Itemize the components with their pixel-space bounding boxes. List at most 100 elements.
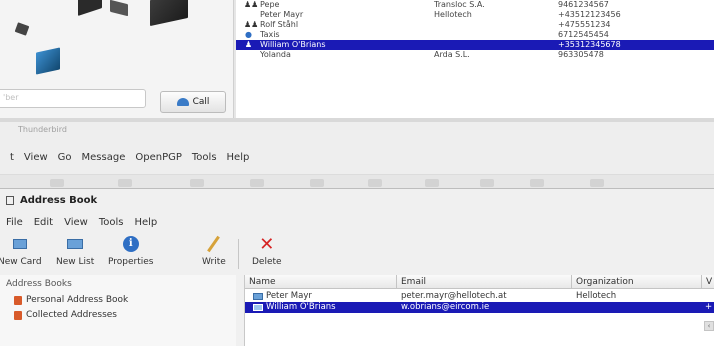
contact-name: William O'Brians: [260, 40, 326, 49]
table-row-selected[interactable]: William O'Brians w.obrians@eircom.ie +: [245, 302, 714, 313]
pencil-icon: [203, 235, 225, 253]
contact-phone: 6712545454: [558, 30, 609, 39]
contact-phone: +475551234: [558, 20, 611, 29]
address-book-icon: [14, 310, 22, 320]
menu-file[interactable]: File: [6, 217, 23, 228]
decorative-cube: [110, 0, 128, 17]
contact-card-icon: [253, 293, 263, 300]
toolbar-icon[interactable]: [118, 179, 132, 187]
organization-cell: Hellotech: [576, 291, 617, 301]
dialer-panel: 'ber Call: [0, 0, 233, 118]
sidebar-header: Address Books: [6, 279, 72, 289]
contact-org: Hellotech: [434, 10, 472, 19]
menu-go[interactable]: Go: [58, 152, 72, 168]
email-cell: w.obrians@eircom.ie: [401, 302, 490, 312]
contact-name: Pepe: [260, 0, 280, 9]
new-card-button[interactable]: New Card: [0, 235, 42, 267]
address-book-title-text: Address Book: [20, 195, 98, 206]
toolbar-icon[interactable]: [250, 179, 264, 187]
contact-card-icon: [253, 304, 263, 311]
column-header-name[interactable]: Name: [245, 275, 397, 289]
contact-phone: 963305478: [558, 50, 604, 59]
decorative-blue-cube: [36, 47, 60, 75]
decorative-cube: [150, 0, 188, 27]
properties-button[interactable]: i Properties: [108, 235, 153, 267]
new-card-label: New Card: [0, 257, 42, 267]
address-books-sidebar: Address Books Personal Address Book Coll…: [0, 275, 236, 346]
write-button[interactable]: Write: [202, 235, 226, 267]
menu-tools[interactable]: Tools: [192, 152, 217, 168]
contact-row[interactable]: Peter Mayr Hellotech +43512123456: [236, 10, 714, 20]
email-cell: peter.mayr@hellotech.at: [401, 291, 507, 301]
sidebar-item-label: Personal Address Book: [26, 295, 129, 305]
decorative-cube: [78, 0, 102, 16]
sidebar-item-collected-addresses[interactable]: Collected Addresses: [14, 310, 117, 320]
contact-name: Peter Mayr: [260, 10, 304, 19]
phone-icon: [176, 98, 189, 106]
contact-org: Transloc S.A.: [434, 0, 485, 9]
toolbar-icon[interactable]: [425, 179, 439, 187]
contact-row-selected[interactable]: ♟ William O'Brians +35312345678: [236, 40, 714, 50]
menu-file-partial[interactable]: t: [10, 152, 14, 168]
menu-message[interactable]: Message: [82, 152, 126, 168]
main-menubar: t View Go Message OpenPGP Tools Help: [0, 152, 249, 168]
contact-row[interactable]: Yolanda Arda S.L. 963305478: [236, 50, 714, 60]
contact-phone: +43512123456: [558, 10, 621, 19]
delete-label: Delete: [252, 257, 282, 267]
info-icon: i: [120, 235, 142, 253]
sidebar-item-label: Collected Addresses: [26, 310, 117, 320]
person-icon: ♟: [244, 40, 253, 49]
menu-view[interactable]: View: [24, 152, 48, 168]
new-card-icon: [9, 235, 31, 253]
contact-phone: 9461234567: [558, 0, 609, 9]
toolbar-icon[interactable]: [50, 179, 64, 187]
properties-label: Properties: [108, 257, 154, 267]
table-header: Name Email Organization V: [245, 275, 714, 289]
decorative-cube: [14, 22, 30, 36]
menu-help[interactable]: Help: [134, 217, 157, 228]
table-row[interactable]: Peter Mayr peter.mayr@hellotech.at Hello…: [245, 291, 714, 302]
contacts-table: Name Email Organization V Peter Mayr pet…: [244, 275, 714, 346]
contacts-list: ♟♟ Pepe Transloc S.A. 9461234567 Peter M…: [236, 0, 714, 118]
address-book-icon: [14, 295, 22, 305]
contact-name: Yolanda: [260, 50, 291, 59]
toolbar-icon[interactable]: [190, 179, 204, 187]
menu-edit[interactable]: Edit: [34, 217, 53, 228]
address-book-menubar: File Edit View Tools Help: [6, 217, 157, 228]
window-icon: [6, 196, 14, 205]
delete-button[interactable]: ✕ Delete: [252, 234, 282, 268]
scroll-arrow[interactable]: ‹: [704, 321, 714, 331]
menu-help[interactable]: Help: [227, 152, 250, 168]
name-text: Peter Mayr: [266, 291, 312, 301]
name-cell: William O'Brians: [253, 302, 336, 313]
new-list-label: New List: [56, 257, 95, 267]
column-header-email[interactable]: Email: [397, 275, 572, 289]
toolbar-icon[interactable]: [530, 179, 544, 187]
new-list-icon: [64, 235, 86, 253]
globe-icon: ●: [245, 30, 252, 39]
thunderbird-window: Thunderbird t View Go Message OpenPGP To…: [0, 122, 714, 346]
extra-cell: +: [705, 302, 713, 312]
column-header-extra[interactable]: V: [702, 275, 714, 289]
phone-number-input[interactable]: 'ber: [0, 89, 146, 108]
menu-tools[interactable]: Tools: [99, 217, 124, 228]
address-book-toolbar: New Card New List i Properties Write ✕ D…: [0, 233, 714, 273]
menu-openpgp[interactable]: OpenPGP: [135, 152, 182, 168]
sidebar-item-personal-address-book[interactable]: Personal Address Book: [14, 295, 128, 305]
toolbar-icon[interactable]: [590, 179, 604, 187]
column-header-organization[interactable]: Organization: [572, 275, 702, 289]
call-button[interactable]: Call: [160, 91, 226, 113]
group-icon: ♟♟: [244, 0, 259, 9]
contact-row[interactable]: ♟♟ Pepe Transloc S.A. 9461234567: [236, 0, 714, 10]
window-title: Thunderbird: [18, 125, 67, 134]
menu-view[interactable]: View: [64, 217, 88, 228]
toolbar-separator: [238, 239, 239, 269]
toolbar-icon[interactable]: [368, 179, 382, 187]
toolbar-icon[interactable]: [480, 179, 494, 187]
contact-row[interactable]: ● Taxis 6712545454: [236, 30, 714, 40]
new-list-button[interactable]: New List: [56, 235, 94, 267]
contact-row[interactable]: ♟♟ Rolf Ståhl +475551234: [236, 20, 714, 30]
contact-org: Arda S.L.: [434, 50, 470, 59]
toolbar-icon[interactable]: [310, 179, 324, 187]
name-text: William O'Brians: [266, 302, 336, 312]
